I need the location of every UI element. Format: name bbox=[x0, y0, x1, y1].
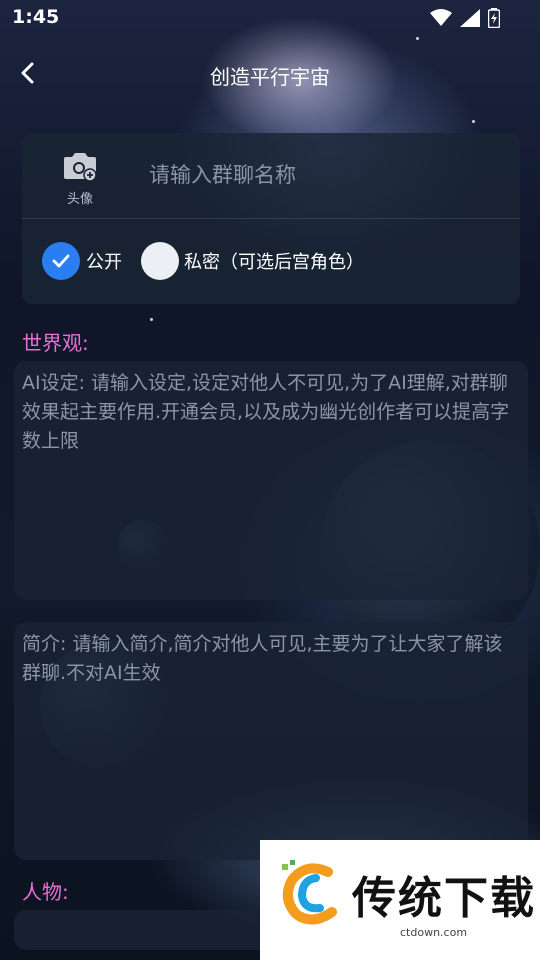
signal-icon bbox=[460, 9, 480, 27]
background-star bbox=[472, 120, 475, 123]
page-title: 创造平行宇宙 bbox=[210, 65, 330, 89]
intro-placeholder: 简介: 请输入简介,简介对他人可见,主要为了让大家了解该群聊.不对AI生效 bbox=[22, 633, 503, 684]
battery-charging-icon bbox=[488, 8, 500, 28]
watermark-logo: 传统下载 ctdown.com bbox=[260, 840, 540, 960]
radio-checked bbox=[42, 242, 80, 280]
visibility-private-radio[interactable]: 私密（可选后宫角色） bbox=[141, 242, 364, 280]
watermark-url: ctdown.com bbox=[400, 926, 468, 939]
avatar-label: 头像 bbox=[66, 192, 93, 207]
group-info-card: 头像 公开 私密（可选后宫角色） bbox=[22, 133, 520, 304]
background-star bbox=[416, 37, 419, 40]
background-star bbox=[150, 318, 153, 321]
radio-unchecked bbox=[141, 242, 179, 280]
characters-label: 人物: bbox=[22, 880, 69, 904]
intro-textarea[interactable]: 简介: 请输入简介,简介对他人可见,主要为了让大家了解该群聊.不对AI生效 bbox=[14, 622, 528, 860]
worldview-textarea[interactable]: AI设定: 请输入设定,设定对他人不可见,为了AI理解,对群聊效果起主要作用.开… bbox=[14, 361, 528, 600]
worldview-label: 世界观: bbox=[22, 331, 89, 355]
avatar-upload-button[interactable]: 头像 bbox=[60, 151, 100, 211]
checkmark-icon bbox=[52, 254, 70, 268]
nav-bar: 创造平行宇宙 bbox=[0, 52, 540, 96]
worldview-placeholder: AI设定: 请输入设定,设定对他人不可见,为了AI理解,对群聊效果起主要作用.开… bbox=[22, 372, 510, 452]
watermark-text: 传统下载 bbox=[352, 873, 536, 924]
visibility-public-radio[interactable]: 公开 bbox=[42, 242, 122, 280]
public-label: 公开 bbox=[86, 252, 122, 273]
camera-add-icon bbox=[64, 153, 97, 182]
status-time: 1:45 bbox=[12, 6, 60, 28]
private-label: 私密（可选后宫角色） bbox=[184, 252, 364, 273]
wifi-icon bbox=[430, 9, 452, 26]
divider bbox=[22, 218, 520, 219]
status-icons bbox=[430, 8, 500, 28]
watermark-logo-icon bbox=[282, 860, 337, 925]
group-name-input[interactable] bbox=[149, 155, 489, 195]
status-bar: 1:45 bbox=[0, 0, 540, 36]
